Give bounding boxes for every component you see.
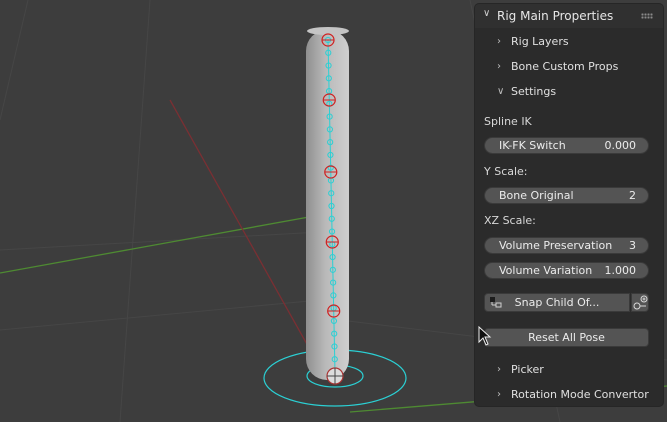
add-constraint-button[interactable] [631,293,649,312]
reset-all-pose-label: Reset All Pose [528,331,605,344]
bone-original-field[interactable]: Bone Original 2 [484,187,649,204]
link-plus-icon [633,295,648,310]
spline-ik-label: Spline IK [484,115,532,128]
field-value: 2 [629,189,636,202]
panel-header[interactable]: ∨ Rig Main Properties [475,4,663,28]
snap-child-of-button[interactable]: Snap Child Of... [484,293,630,312]
subpanel-label: Rig Layers [511,34,569,48]
rig-main-properties-panel: ∨ Rig Main Properties › Rig Layers › Bon… [475,4,663,406]
field-label: Volume Variation [499,264,593,277]
subpanel-rotation-mode-convertor[interactable]: › Rotation Mode Convertor [497,384,649,404]
field-value: 0.000 [604,139,637,152]
field-label: Volume Preservation [499,239,613,252]
volume-preservation-field[interactable]: Volume Preservation 3 [484,237,649,254]
chevron-down-icon: ∨ [497,85,505,97]
drag-handle-icon[interactable] [641,13,653,19]
snap-child-of-row: Snap Child Of... [484,293,649,312]
ik-fk-switch-field[interactable]: IK-FK Switch 0.000 [484,137,649,154]
y-scale-label: Y Scale: [484,165,528,178]
field-value: 1.000 [604,264,637,277]
reset-all-pose-button[interactable]: Reset All Pose [484,328,649,347]
subpanel-label: Picker [511,362,544,376]
chevron-right-icon: › [497,60,501,72]
snap-bone-icon [490,297,502,308]
snap-child-of-label: Snap Child Of... [514,296,600,309]
xz-scale-label: XZ Scale: [484,214,536,227]
subpanel-bone-custom-props[interactable]: › Bone Custom Props [497,56,618,76]
volume-variation-field[interactable]: Volume Variation 1.000 [484,262,649,279]
field-label: IK-FK Switch [499,139,566,152]
bone-cylinder[interactable] [306,27,349,380]
subpanel-picker[interactable]: › Picker [497,359,544,379]
subpanel-label: Rotation Mode Convertor [511,387,649,401]
chevron-down-icon: ∨ [483,8,491,19]
field-value: 3 [629,239,636,252]
subpanel-rig-layers[interactable]: › Rig Layers [497,31,569,51]
subpanel-label: Bone Custom Props [511,59,619,73]
chevron-right-icon: › [497,388,501,400]
root-gizmo-icon[interactable] [326,367,344,385]
panel-title: Rig Main Properties [497,9,614,23]
subpanel-label: Settings [511,84,557,98]
field-label: Bone Original [499,189,574,202]
chevron-right-icon: › [497,363,501,375]
mouse-pointer-icon [478,326,492,346]
subpanel-settings[interactable]: ∨ Settings [497,81,556,101]
chevron-right-icon: › [497,35,501,47]
